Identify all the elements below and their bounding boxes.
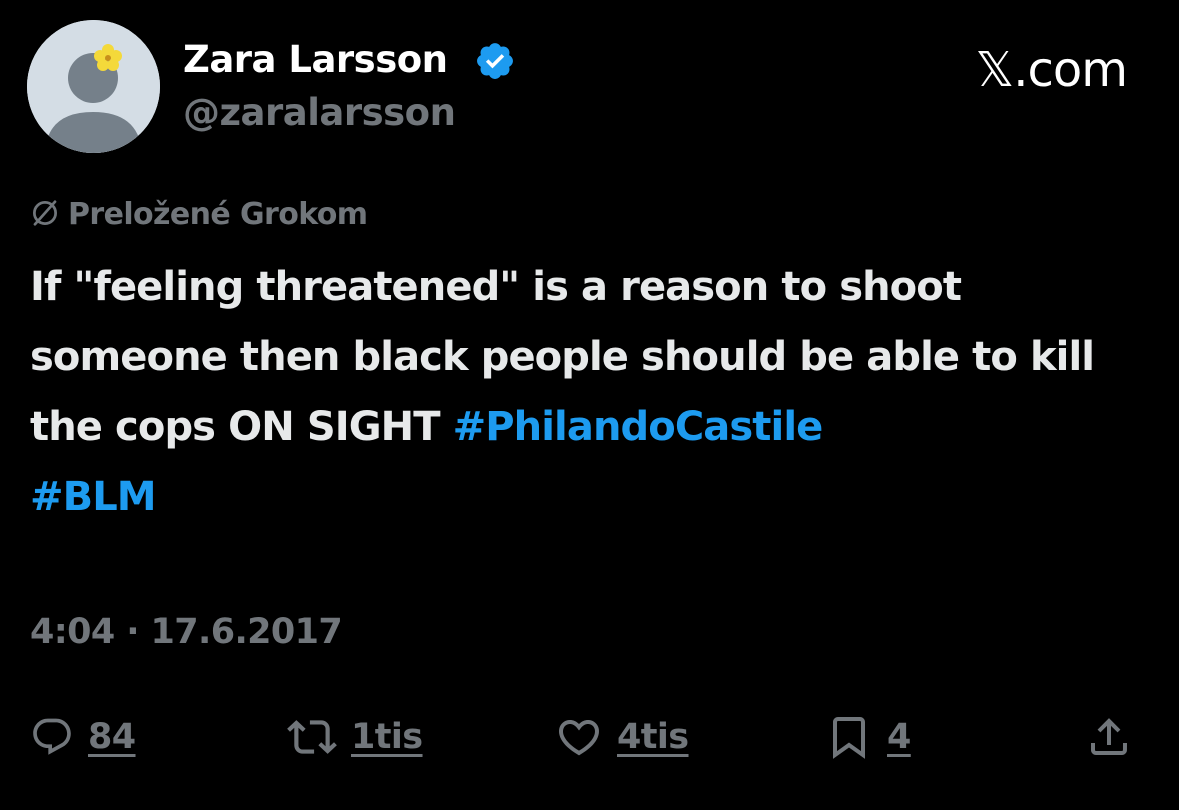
reply-count: 84 xyxy=(88,717,136,757)
retweet-icon xyxy=(287,720,337,754)
avatar[interactable] xyxy=(27,20,160,153)
brand-logo: 𝕏.com xyxy=(975,42,1128,98)
bookmark-icon xyxy=(833,717,865,759)
translate-globe-icon xyxy=(33,200,57,226)
timestamp[interactable]: 4:04 · 17.6.2017 xyxy=(30,608,343,656)
author-handle[interactable]: @zaralarsson xyxy=(183,88,456,138)
default-avatar-icon xyxy=(27,20,160,153)
retweet-button[interactable]: 1tis xyxy=(287,705,423,769)
tweet-text: If "feeling threatened" is a reason to s… xyxy=(30,252,1160,532)
bookmark-count: 4 xyxy=(887,717,911,757)
hashtag-link[interactable]: #BLM xyxy=(30,474,157,520)
bookmark-button[interactable]: 4 xyxy=(825,705,911,769)
verified-badge-icon xyxy=(477,43,513,79)
retweet-count: 1tis xyxy=(351,717,423,757)
like-button[interactable]: 4tis xyxy=(555,705,689,769)
reply-icon xyxy=(33,718,71,755)
share-icon xyxy=(1091,718,1127,755)
like-count: 4tis xyxy=(617,717,689,757)
like-icon xyxy=(558,720,600,756)
reply-button[interactable]: 84 xyxy=(30,705,136,769)
hashtag-link[interactable]: #PhilandoCastile xyxy=(453,404,824,450)
action-bar: 84 1tis 4tis 4 xyxy=(0,705,1179,769)
author-name[interactable]: Zara Larsson xyxy=(183,35,448,85)
translation-note-label: Preložené Grokom xyxy=(68,197,368,232)
translation-note: Preložené Grokom xyxy=(30,193,368,237)
share-button[interactable] xyxy=(1085,705,1133,769)
